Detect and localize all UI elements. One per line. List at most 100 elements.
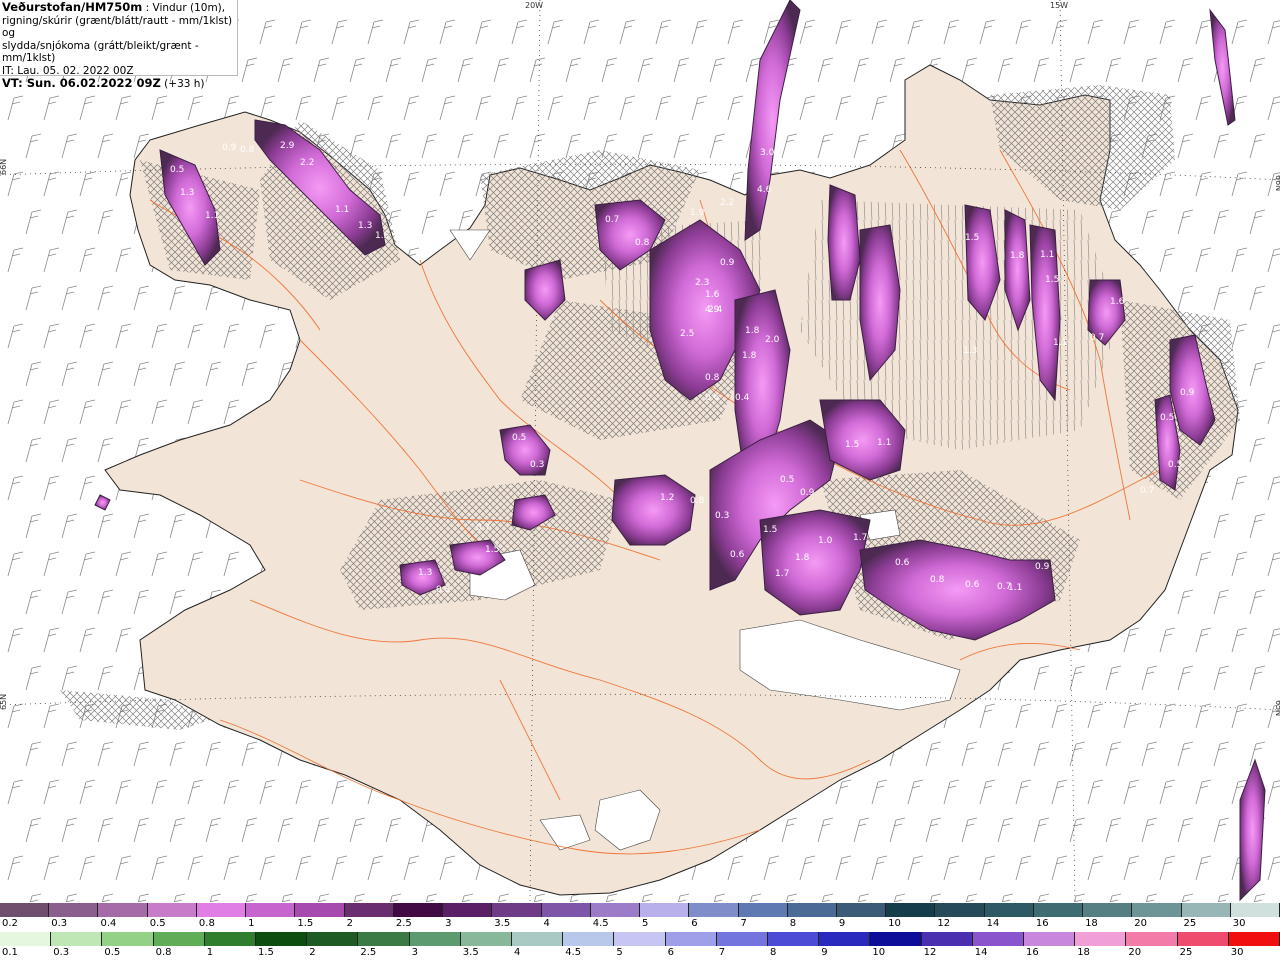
- scale-swatch: [358, 932, 410, 946]
- scale-label: 0.8: [155, 947, 172, 958]
- scale-swatch: [689, 903, 739, 917]
- precip-value-label: 2.2: [720, 198, 734, 208]
- scale-swatch: [1132, 903, 1182, 917]
- rain-scale-labels: 0.1 0.3 0.5 0.8 1 1.5 2 2.5 3 3.5 4 4.5 5 6 7 8 9 10 12 14 1…: [0, 947, 1280, 960]
- precip-value-label: 1.1: [877, 438, 891, 448]
- scale-swatch: [1228, 932, 1280, 946]
- scale-label: 0.3: [51, 918, 68, 929]
- scale-swatch: [393, 903, 444, 917]
- scale-swatch: [1181, 903, 1231, 917]
- scale-label: 5: [642, 918, 649, 929]
- scale-label: 0.2: [2, 918, 18, 929]
- precip-value-label: 0.9: [800, 488, 815, 498]
- scale-swatch: [307, 932, 359, 946]
- lon-label-15w: 15W: [1050, 1, 1068, 10]
- scale-label: 0.3: [53, 947, 70, 958]
- scale-label: 2.5: [360, 947, 377, 958]
- scale-swatch: [1083, 903, 1133, 917]
- snow-scale-labels: 0.2 0.3 0.4 0.5 0.8 1 1.5 2 2.5 3 3.5 4 4.5 5 6 7 8 9 10 12…: [0, 918, 1280, 931]
- precip-value-label: 1.8: [1010, 251, 1025, 261]
- scale-label: 12: [923, 947, 937, 958]
- precip-value-label: 2.0: [765, 335, 780, 345]
- scale-swatch: [1126, 932, 1178, 946]
- scale-label: 14: [986, 918, 1000, 929]
- scale-label: 0.5: [104, 947, 121, 958]
- legend-line-rain: rigning/skúrir (grænt/blátt/rautt - mm/1…: [2, 14, 233, 40]
- scale-swatch: [1024, 932, 1076, 946]
- precip-value-label: 1.5: [763, 525, 777, 535]
- forecast-offset: (+33 h): [160, 78, 205, 90]
- scale-swatch: [256, 932, 308, 946]
- scale-swatch: [147, 903, 197, 917]
- precip-value-label: 1.5: [485, 545, 499, 555]
- scale-swatch: [344, 903, 394, 917]
- scale-label: 0.8: [198, 918, 215, 929]
- scale-swatch: [443, 903, 493, 917]
- scale-label: 20: [1128, 947, 1142, 958]
- scale-label: 9: [838, 918, 846, 929]
- precip-value-label: 1.7: [775, 569, 789, 579]
- scale-label: 10: [888, 918, 901, 929]
- scale-label: 1: [206, 947, 214, 958]
- scale-label: 4.5: [592, 918, 609, 929]
- scale-swatch: [972, 932, 1025, 946]
- precip-value-label: 0.5: [780, 475, 794, 485]
- precip-value-label: 0.7: [605, 215, 619, 225]
- scale-swatch: [102, 932, 154, 946]
- precip-value-label: 1.1: [1008, 583, 1022, 593]
- snow-color-scale: [0, 903, 1280, 917]
- precip-value-label: 0.8: [240, 145, 255, 155]
- precip-value-label: 0.8: [635, 238, 650, 248]
- precip-value-label: 1.8: [745, 326, 760, 336]
- scale-swatch: [886, 903, 936, 917]
- weather-map: 0.9 0.8 2.92.20.51.31.11.11.31.50.70.83.04…: [0, 0, 1280, 902]
- scale-label: 1: [248, 918, 255, 929]
- precip-value-label: 1.6: [705, 290, 720, 300]
- scale-label: 14: [974, 947, 988, 958]
- precip-value-label: 1.9: [690, 208, 705, 218]
- scale-label: 0.4: [100, 918, 117, 929]
- scale-label: 18: [1077, 947, 1090, 958]
- precip-value-label: 1.7: [853, 533, 867, 543]
- precip-value-label: 1.0: [818, 536, 833, 546]
- scale-label: 4: [514, 947, 521, 958]
- scale-label: 18: [1085, 918, 1098, 929]
- precip-value-label: 0.5: [1160, 413, 1174, 423]
- scale-swatch: [787, 903, 837, 917]
- scale-swatch: [51, 932, 103, 946]
- precip-value-label: 0.3: [530, 460, 544, 470]
- scale-swatch: [460, 932, 513, 946]
- precip-value-label: 0.8: [436, 585, 451, 595]
- scale-label: 4: [543, 918, 550, 929]
- scale-label: 7: [740, 918, 747, 929]
- scale-swatch: [768, 932, 820, 946]
- precip-value-label: 0.3: [715, 511, 729, 521]
- scale-label: 1.5: [297, 918, 314, 929]
- scale-label: 6: [667, 947, 674, 958]
- precip-value-label: 1.1: [1053, 338, 1067, 348]
- precip-value-label: 4.6: [757, 185, 772, 195]
- scale-label: 10: [872, 947, 886, 958]
- scale-swatch: [541, 903, 591, 917]
- scale-label: 4.5: [565, 947, 582, 958]
- precip-value-label: 1.1: [1040, 250, 1054, 260]
- precip-value-label: 1.5: [1045, 275, 1059, 285]
- scale-swatch: [409, 932, 461, 946]
- scale-label: 8: [770, 947, 777, 958]
- precip-value-label: 0.4: [735, 393, 750, 403]
- precip-value-label: 2.3: [695, 278, 709, 288]
- scale-label: 0.5: [149, 918, 166, 929]
- precip-value-label: 0.7: [1090, 333, 1104, 343]
- scale-swatch: [819, 932, 871, 946]
- scale-swatch: [295, 903, 345, 917]
- precip-value-label: 1.5: [965, 233, 979, 243]
- precip-value-label: 0.6: [965, 580, 980, 590]
- scale-swatch: [935, 903, 985, 917]
- scale-swatch: [0, 903, 50, 917]
- precip-value-label: 0.9: [720, 258, 735, 268]
- valid-time: VT: Sun. 06.02.2022 09Z: [2, 76, 161, 90]
- lat-label-65n-right: 65N: [1274, 700, 1280, 716]
- scale-swatch: [614, 932, 666, 946]
- scale-swatch: [665, 932, 717, 946]
- scale-label: 2: [309, 947, 316, 958]
